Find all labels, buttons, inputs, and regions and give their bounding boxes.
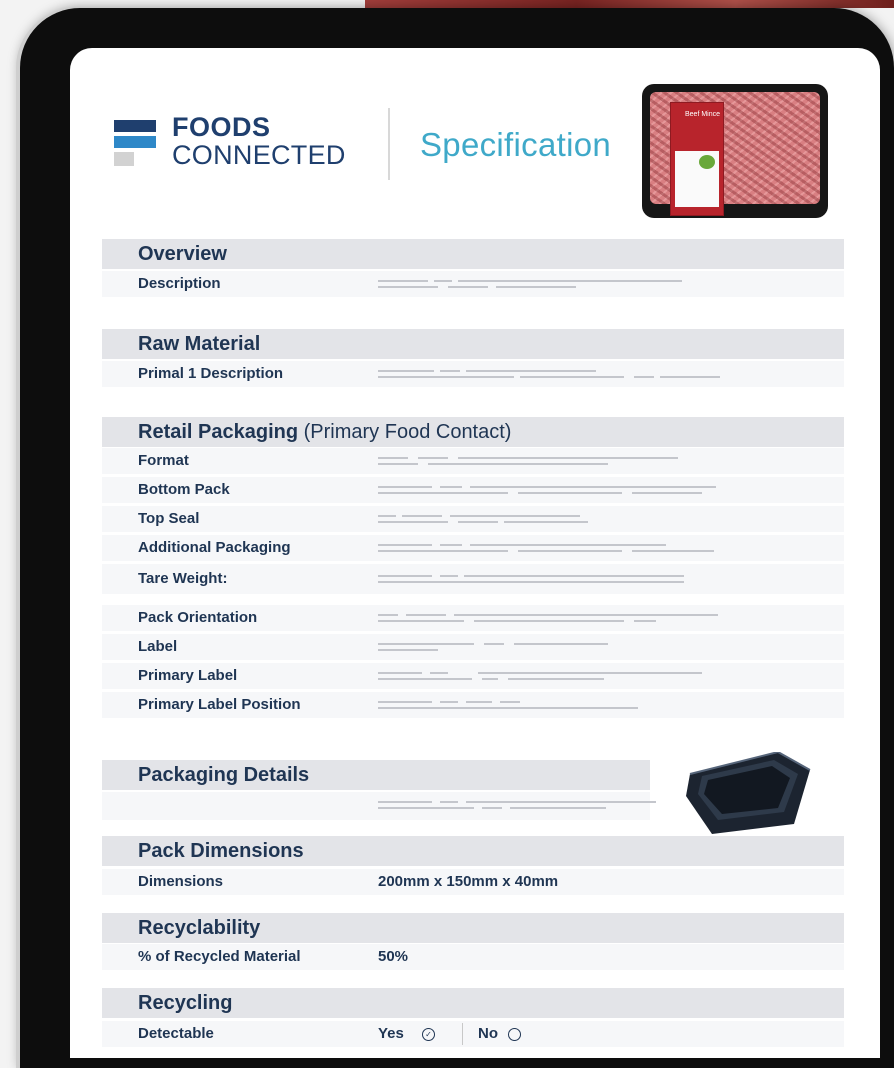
section-header-retail-packaging: Retail Packaging (Primary Food Contact) xyxy=(102,417,844,447)
row-label: Additional Packaging xyxy=(138,539,291,556)
document-screen: FOODS CONNECTED Specification Beef Mince… xyxy=(70,48,880,1058)
section-header-recycling: Recycling xyxy=(102,988,844,1018)
spec-row: Dimensions 200mm x 150mm x 40mm xyxy=(102,869,844,895)
row-label: Primary Label Position xyxy=(138,696,301,713)
redacted-value xyxy=(378,641,738,653)
detectable-options: Yes ✓ No xyxy=(378,1021,578,1047)
row-label: % of Recycled Material xyxy=(138,948,301,965)
product-photo: Beef Mince xyxy=(642,84,828,218)
header-divider xyxy=(388,108,390,180)
redacted-value xyxy=(378,573,738,585)
section-header-packaging-details: Packaging Details xyxy=(102,760,650,790)
redacted-value xyxy=(378,513,738,525)
spec-row xyxy=(102,792,656,820)
row-label: Pack Orientation xyxy=(138,609,258,626)
spec-row: Primal 1 Description xyxy=(102,361,844,387)
section-header-recyclability: Recyclability xyxy=(102,913,844,943)
spec-row: Description xyxy=(102,271,844,297)
packaging-tray-image xyxy=(686,752,811,834)
redacted-value xyxy=(378,484,738,496)
row-label: Dimensions xyxy=(138,873,224,890)
foods-connected-logo: FOODS CONNECTED xyxy=(114,110,374,174)
spec-row: Label xyxy=(102,634,844,660)
checked-circle-icon[interactable]: ✓ xyxy=(422,1028,435,1041)
logo-word-2: CONNECTED xyxy=(172,140,346,170)
no-option-label: No xyxy=(478,1025,498,1042)
logo-bar-icon xyxy=(114,152,134,166)
row-label: Description xyxy=(138,275,221,292)
spec-row: % of Recycled Material 50% xyxy=(102,944,844,970)
spec-row: Format xyxy=(102,448,844,474)
page-title: Specification xyxy=(420,126,612,163)
row-label: Top Seal xyxy=(138,510,200,527)
redacted-value xyxy=(378,699,738,711)
logo-bar-icon xyxy=(114,120,156,132)
spec-row: Pack Orientation xyxy=(102,605,844,631)
empty-circle-icon[interactable] xyxy=(508,1028,521,1041)
redacted-value xyxy=(378,278,738,290)
row-label: Bottom Pack xyxy=(138,481,230,498)
row-label: Label xyxy=(138,638,178,655)
redacted-value xyxy=(378,612,738,624)
redacted-value xyxy=(378,368,738,380)
logo-word-1: FOODS xyxy=(172,112,271,142)
spec-row: Detectable Yes ✓ No xyxy=(102,1021,844,1047)
section-header-overview: Overview xyxy=(102,239,844,269)
row-label: Tare Weight: xyxy=(138,570,228,587)
background-photo xyxy=(365,0,894,8)
row-label: Primary Label xyxy=(138,667,238,684)
spec-row: Primary Label Position xyxy=(102,692,844,718)
section-header-pack-dimensions: Pack Dimensions xyxy=(102,836,844,866)
redacted-value xyxy=(378,670,738,682)
eco-badge-icon xyxy=(699,155,715,169)
redacted-value xyxy=(378,542,738,554)
spec-row: Additional Packaging xyxy=(102,535,844,561)
product-pack-label: Beef Mince xyxy=(670,102,724,216)
recycled-material-value: 50% xyxy=(378,948,409,965)
tablet-frame: FOODS CONNECTED Specification Beef Mince… xyxy=(20,8,894,1068)
spec-row: Primary Label xyxy=(102,663,844,689)
redacted-value xyxy=(378,455,738,467)
dimensions-value: 200mm x 150mm x 40mm xyxy=(378,873,559,890)
spec-row: Top Seal xyxy=(102,506,844,532)
row-label: Format xyxy=(138,452,189,469)
spec-row: Tare Weight: xyxy=(102,564,844,594)
logo-bar-icon xyxy=(114,136,156,148)
row-label: Detectable xyxy=(138,1025,214,1042)
spec-row: Bottom Pack xyxy=(102,477,844,503)
section-header-raw-material: Raw Material xyxy=(102,329,844,359)
row-label: Primal 1 Description xyxy=(138,365,284,382)
yes-option-label: Yes xyxy=(378,1025,404,1042)
